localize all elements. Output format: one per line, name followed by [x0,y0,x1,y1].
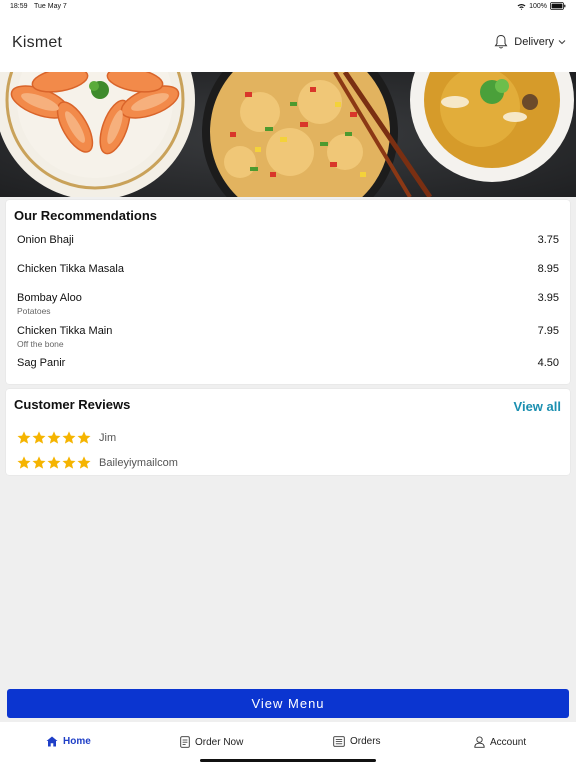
tab-home[interactable]: Home [46,736,91,747]
delivery-mode-select[interactable]: Delivery [514,36,566,48]
star-icon [17,456,31,469]
battery-icon [550,2,566,10]
app-header: Kismet Delivery [0,14,576,72]
reviewer-name: Baileyiymailcom [99,456,178,469]
recommendations-card: Our Recommendations Onion Bhaji 3.75 Chi… [6,200,570,384]
delivery-mode-label: Delivery [514,36,554,48]
wifi-icon [517,3,526,10]
tab-account-label: Account [490,736,527,748]
star-rating [17,456,91,469]
star-icon [32,456,46,469]
star-icon [32,431,46,444]
chevron-down-icon [558,39,566,45]
battery-percentage: 100% [529,2,547,10]
recommendations-title: Our Recommendations [14,208,158,223]
order-icon [180,736,190,748]
menu-item[interactable]: Bombay Aloo Potatoes 3.95 [17,292,559,318]
star-icon [17,431,31,444]
reviewer-name: Jim [99,431,117,444]
menu-item-name: Sag Panir [17,357,66,369]
star-icon [47,431,61,444]
star-rating [17,431,91,444]
tab-order-now-label: Order Now [195,736,244,748]
review-item[interactable]: Jim [17,431,116,444]
menu-item-description: Off the bone [17,339,64,349]
menu-item-price: 3.95 [537,292,559,304]
menu-item[interactable]: Onion Bhaji 3.75 [17,234,559,254]
view-all-reviews-link[interactable]: View all [514,399,561,414]
menu-item-price: 4.50 [537,357,559,369]
tab-account[interactable]: Account [474,736,526,748]
tab-orders[interactable]: Orders [333,736,381,747]
bottom-tab-bar: Home Order Now Orders Account [0,722,576,768]
tab-orders-label: Orders [350,736,381,747]
bell-icon[interactable] [494,34,508,50]
reviews-title: Customer Reviews [14,397,131,412]
status-indicators: 100% [517,2,566,10]
tab-order-now[interactable]: Order Now [180,736,243,748]
app-title: Kismet [12,34,63,51]
account-icon [474,736,485,748]
star-icon [62,431,76,444]
menu-item-price: 3.75 [537,234,559,246]
menu-item[interactable]: Chicken Tikka Main Off the bone 7.95 [17,325,559,351]
menu-item-name: Chicken Tikka Main [17,325,113,337]
food-banner-image [0,72,576,197]
star-icon [62,456,76,469]
status-bar: 18:59 Tue May 7 100% [0,0,576,14]
review-item[interactable]: Baileyiymailcom [17,456,178,469]
star-icon [77,431,91,444]
home-icon [46,736,58,747]
home-indicator [200,759,376,762]
status-time: 18:59 [10,3,28,10]
menu-item[interactable]: Chicken Tikka Masala 8.95 [17,263,559,283]
menu-item-description: Potatoes [17,306,51,316]
star-icon [77,456,91,469]
menu-item-price: 8.95 [537,263,559,275]
tab-home-label: Home [63,736,91,747]
menu-item-price: 7.95 [537,325,559,337]
menu-item-name: Chicken Tikka Masala [17,263,124,275]
status-date: Tue May 7 [34,3,67,10]
customer-reviews-card: Customer Reviews View all Jim Baileyiyma… [6,389,570,475]
menu-item[interactable]: Sag Panir 4.50 [17,357,559,377]
star-icon [47,456,61,469]
view-menu-button[interactable]: View Menu [7,689,569,718]
menu-item-name: Bombay Aloo [17,292,82,304]
orders-icon [333,736,345,747]
menu-item-name: Onion Bhaji [17,234,74,246]
